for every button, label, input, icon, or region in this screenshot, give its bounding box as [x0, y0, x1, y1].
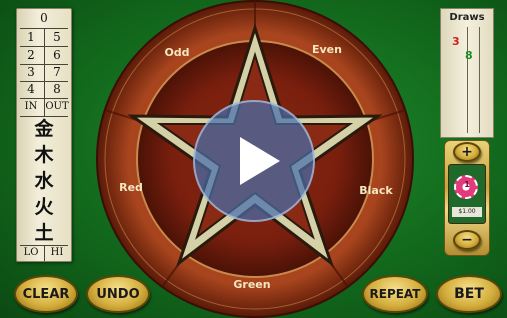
lo-label: LO [23, 247, 39, 258]
bet-green[interactable]: Green [233, 278, 270, 291]
chip-decrease-button[interactable]: − [453, 230, 481, 250]
scroll-cell: 7 [53, 65, 61, 79]
scroll-cell: 2 [27, 48, 35, 62]
scroll-cell: 5 [53, 30, 61, 44]
bet-red[interactable]: Red [119, 181, 143, 194]
draws-panel: Draws 3 8 [440, 8, 494, 138]
repeat-button[interactable]: REPEAT [362, 275, 428, 313]
clear-button[interactable]: CLEAR [14, 275, 78, 313]
undo-button[interactable]: UNDO [86, 275, 150, 313]
element-water: 水 [34, 170, 54, 192]
chip-display: 1 $1.00 [448, 164, 486, 224]
scroll-cell: 1 [27, 30, 35, 44]
element-earth: 土 [34, 222, 54, 244]
video-play-button[interactable] [193, 100, 315, 222]
scroll-cell: 6 [53, 48, 61, 62]
bet-black[interactable]: Black [359, 184, 393, 197]
chip-amount: $1.00 [452, 207, 482, 217]
bet-even[interactable]: Even [312, 43, 342, 56]
play-icon [240, 137, 280, 185]
history-scroll: 0 1 5 2 6 3 7 4 8 IN OUT 金 木 水 火 土 LO HI [16, 8, 72, 262]
chip-increase-button[interactable]: + [453, 142, 481, 162]
element-fire: 火 [34, 196, 54, 218]
bet-button[interactable]: BET [436, 275, 502, 313]
bet-odd[interactable]: Odd [164, 46, 189, 59]
draw-value: 3 [452, 35, 460, 48]
element-wood: 木 [34, 144, 54, 166]
element-metal: 金 [34, 118, 54, 140]
out-label: OUT [45, 101, 69, 112]
scroll-cell: 4 [27, 82, 35, 96]
hi-label: HI [50, 247, 64, 258]
draws-title: Draws [449, 12, 485, 23]
chip-value: 1 [464, 180, 470, 189]
scroll-cell: 8 [53, 82, 61, 96]
scroll-cell: 3 [27, 65, 35, 79]
in-label: IN [24, 101, 38, 112]
scroll-header: 0 [40, 11, 48, 25]
draw-value: 8 [465, 49, 473, 62]
